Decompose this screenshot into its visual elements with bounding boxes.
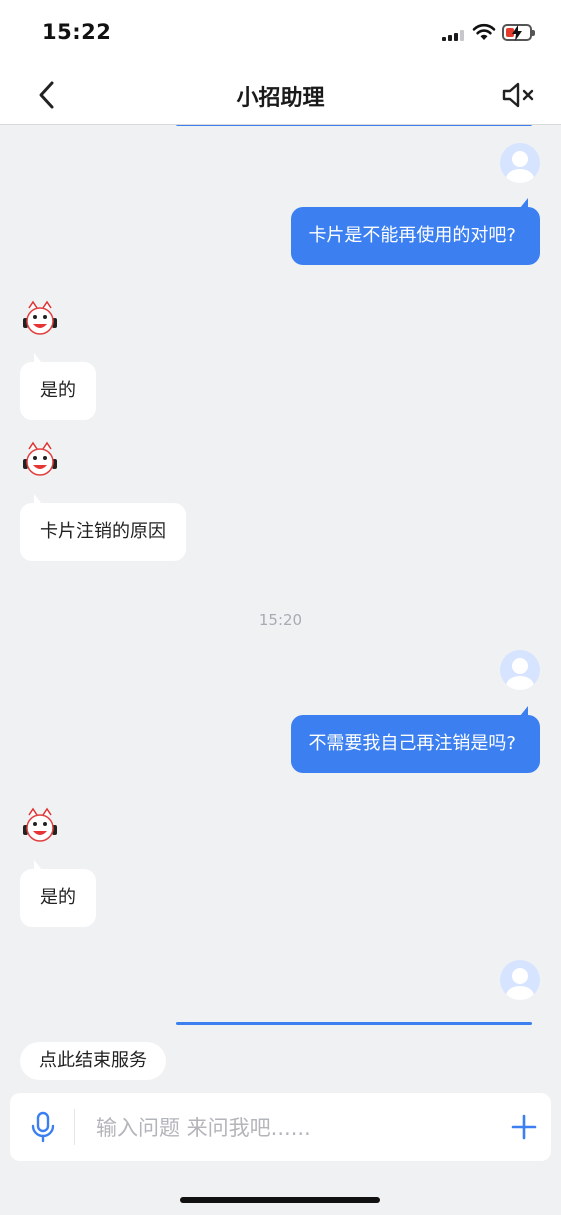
cellular-signal-icon — [442, 29, 468, 41]
battery-icon — [502, 24, 535, 41]
user-message-bubble[interactable]: 卡片是不能再使用的对吧? — [291, 198, 540, 265]
speaker-mute-icon[interactable] — [500, 80, 540, 110]
bot-avatar-icon[interactable] — [20, 807, 60, 847]
bot-avatar-icon[interactable] — [20, 441, 60, 481]
message-timestamp: 15:20 — [258, 611, 303, 629]
bot-message-bubble[interactable]: 是的 — [20, 353, 96, 420]
message-bubble-partial — [176, 125, 532, 126]
microphone-icon[interactable] — [30, 1111, 56, 1143]
wifi-icon — [472, 23, 496, 40]
page-title: 小招助理 — [236, 86, 325, 111]
user-avatar[interactable] — [500, 143, 540, 183]
bot-message-bubble[interactable]: 卡片注销的原因 — [20, 494, 186, 561]
user-avatar[interactable] — [500, 960, 540, 1000]
plus-icon[interactable] — [510, 1113, 538, 1141]
bot-message-bubble[interactable]: 是的 — [20, 860, 96, 927]
status-time: 15:22 — [42, 20, 112, 44]
end-service-button[interactable]: 点此结束服务 — [20, 1042, 166, 1080]
user-avatar[interactable] — [500, 650, 540, 690]
input-bar — [10, 1093, 551, 1161]
user-message-bubble[interactable]: 不需要我自己再注销是吗? — [291, 706, 540, 773]
chat-area[interactable]: 卡片是不能再使用的对吧? 是的 卡片注销的原因 15:20 不需要我自己再注销是… — [0, 125, 561, 1025]
divider — [74, 1109, 75, 1145]
home-indicator[interactable] — [180, 1197, 380, 1203]
status-bar: 15:22 — [0, 0, 561, 64]
nav-bar: 小招助理 — [0, 64, 561, 125]
message-input[interactable] — [94, 1105, 498, 1151]
message-bubble-partial — [176, 1022, 532, 1025]
bot-avatar-icon[interactable] — [20, 300, 60, 340]
